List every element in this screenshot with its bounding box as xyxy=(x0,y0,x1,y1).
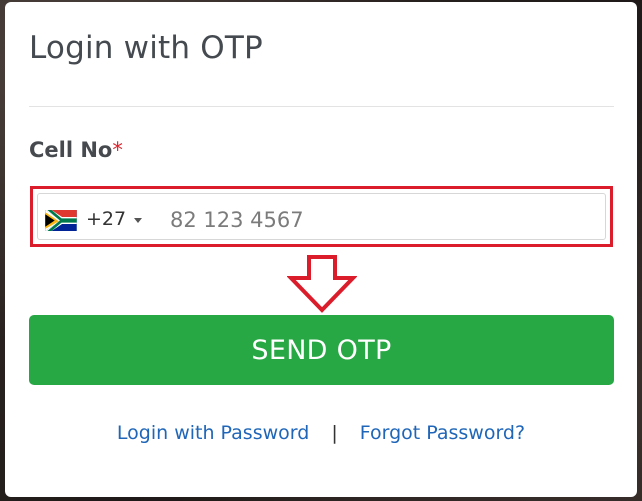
down-arrow-icon xyxy=(287,255,357,313)
country-dial-code: +27 xyxy=(86,208,127,230)
send-otp-button[interactable]: SEND OTP xyxy=(29,315,614,385)
cell-number-input[interactable] xyxy=(170,200,597,240)
phone-input-group: +27 xyxy=(37,193,606,240)
title-divider xyxy=(29,106,614,107)
login-card: Login with OTP Cell No* +27 82 123 4567 … xyxy=(5,2,637,497)
south-africa-flag-icon xyxy=(45,210,77,231)
phone-highlight-box: +27 xyxy=(30,186,613,247)
required-marker: * xyxy=(112,138,123,162)
link-separator: | xyxy=(331,422,338,444)
chevron-down-icon xyxy=(134,218,142,223)
auth-links: Login with Password | Forgot Password? xyxy=(5,422,637,444)
country-code-select[interactable]: +27 xyxy=(38,194,160,239)
page-title: Login with OTP xyxy=(29,30,263,66)
login-with-password-link[interactable]: Login with Password xyxy=(117,422,309,444)
cell-no-label-text: Cell No xyxy=(29,138,113,162)
cell-no-label: Cell No* xyxy=(29,138,123,162)
forgot-password-link[interactable]: Forgot Password? xyxy=(360,422,525,444)
